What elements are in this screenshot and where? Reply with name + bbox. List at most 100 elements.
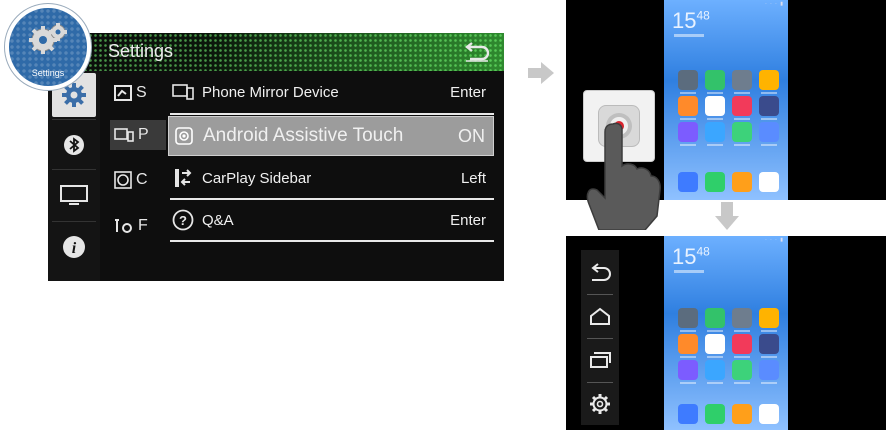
dock-app-icon[interactable] [705, 404, 725, 424]
settings-list: Phone Mirror Device Enter Android Assist… [168, 73, 504, 281]
app-icon[interactable] [732, 96, 752, 120]
phone-clock: 1548 [672, 244, 710, 269]
app-grid [678, 70, 779, 146]
app-icon[interactable] [759, 360, 779, 384]
sub-item-screen[interactable]: S [114, 78, 147, 108]
dock-app-icon[interactable] [678, 404, 698, 424]
app-icon[interactable] [732, 122, 752, 146]
screen-icon [114, 85, 132, 101]
phone-date [674, 270, 704, 273]
row-label: Android Assistive Touch [203, 125, 404, 146]
row-value: ON [458, 125, 485, 146]
recents-icon [590, 352, 611, 368]
sub-item-phone[interactable]: P [110, 120, 166, 150]
app-icon[interactable] [759, 96, 779, 120]
assistive-touch-icon [175, 127, 193, 145]
app-icon[interactable] [732, 308, 752, 332]
phone-home-screen: · · · ▮ 1548 [664, 0, 788, 200]
app-icon[interactable] [678, 70, 698, 94]
nav-item-info[interactable]: i [52, 225, 96, 269]
app-dock [678, 172, 779, 192]
phone-mirror-icon [114, 128, 134, 142]
app-icon[interactable] [678, 360, 698, 384]
app-icon[interactable] [678, 334, 698, 358]
phone-clock: 1548 [672, 8, 710, 33]
dock-app-icon[interactable] [759, 172, 779, 192]
app-icon[interactable] [732, 360, 752, 384]
category-nav: i [48, 71, 100, 281]
row-label: CarPlay Sidebar [202, 169, 312, 187]
sub-item-label: F [138, 217, 148, 234]
status-bar: · · · ▮ [765, 237, 784, 243]
recents-button[interactable] [581, 340, 619, 380]
app-icon[interactable] [678, 96, 698, 120]
row-divider [170, 198, 494, 200]
app-icon[interactable] [678, 122, 698, 146]
app-icon[interactable] [732, 70, 752, 94]
app-icon[interactable] [705, 360, 725, 384]
back-icon [591, 263, 611, 281]
phone-date [674, 34, 704, 37]
dock-app-icon[interactable] [705, 172, 725, 192]
back-icon[interactable] [462, 41, 492, 63]
control-divider [587, 294, 613, 295]
sub-item-camera[interactable]: C [114, 165, 148, 195]
app-icon[interactable] [678, 308, 698, 332]
pointing-hand-icon [586, 122, 661, 230]
nav-divider [52, 169, 96, 170]
back-button[interactable] [581, 252, 619, 292]
app-icon[interactable] [705, 334, 725, 358]
row-phone-mirror-device[interactable]: Phone Mirror Device Enter [168, 73, 494, 111]
bluetooth-icon [64, 135, 84, 155]
home-button[interactable] [581, 296, 619, 336]
nav-item-bluetooth[interactable] [52, 123, 96, 167]
row-value: Enter [450, 211, 486, 229]
app-icon[interactable] [759, 122, 779, 146]
settings-app-logo: Settings [5, 4, 91, 90]
camera-icon [114, 171, 132, 189]
app-icon[interactable] [759, 308, 779, 332]
assistive-control-bar [581, 250, 619, 425]
phone-mirror-icon [172, 84, 194, 100]
control-divider [587, 382, 613, 383]
nav-divider [52, 221, 96, 222]
row-carplay-sidebar[interactable]: CarPlay Sidebar Left [168, 159, 494, 197]
app-icon[interactable] [705, 70, 725, 94]
app-icon[interactable] [732, 334, 752, 358]
sub-item-tools[interactable]: F [114, 211, 148, 241]
svg-text:?: ? [179, 213, 187, 228]
app-icon[interactable] [759, 334, 779, 358]
monitor-icon [60, 185, 88, 205]
row-value: Left [460, 169, 486, 187]
settings-screen: Settings i S P C F Phone Mirror Device E… [48, 33, 504, 281]
settings-button[interactable] [581, 384, 619, 424]
app-icon[interactable] [705, 122, 725, 146]
app-dock [678, 404, 779, 424]
app-icon[interactable] [705, 96, 725, 120]
app-icon[interactable] [705, 308, 725, 332]
logo-label: Settings [31, 68, 65, 78]
app-grid [678, 308, 779, 384]
arrow-right-icon [528, 62, 554, 84]
sub-item-label: C [136, 171, 148, 188]
home-icon [590, 307, 610, 325]
dock-app-icon[interactable] [678, 172, 698, 192]
control-divider [587, 338, 613, 339]
dock-app-icon[interactable] [759, 404, 779, 424]
sub-menu: S P C F [108, 73, 168, 281]
sub-item-label: S [136, 84, 147, 101]
arrow-down-icon [715, 202, 739, 230]
row-divider [170, 240, 494, 242]
dock-app-icon[interactable] [732, 172, 752, 192]
settings-header: Settings [48, 33, 504, 71]
app-icon[interactable] [759, 70, 779, 94]
row-qa[interactable]: ? Q&A Enter [168, 201, 494, 239]
row-label: Q&A [202, 211, 234, 229]
settings-gear-icon [590, 394, 610, 414]
dock-app-icon[interactable] [732, 404, 752, 424]
row-android-assistive-touch[interactable]: Android Assistive Touch ON [168, 116, 494, 156]
info-icon: i [63, 236, 85, 258]
nav-item-display[interactable] [52, 173, 96, 217]
status-bar: · · · ▮ [765, 1, 784, 7]
row-label: Phone Mirror Device [202, 83, 339, 101]
